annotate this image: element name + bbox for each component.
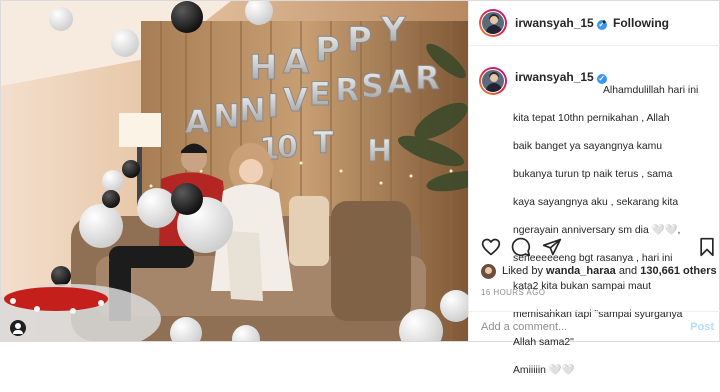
likes-text: Liked by wanda_haraa and 130,661 others <box>502 265 717 277</box>
balloon-letter: V <box>283 81 308 119</box>
balloon-letter: N <box>239 91 266 129</box>
balloon-letter: P <box>315 30 340 70</box>
balloon-letter: H <box>249 48 277 88</box>
header-separator: • <box>602 15 607 29</box>
balloon-letter: A <box>185 103 210 141</box>
balloon-letter: 0 <box>277 130 298 165</box>
anniversary-photo-illustration: H A P P Y A N N I V E R S A R 1 0 T H <box>1 1 468 341</box>
heart-icon[interactable] <box>481 237 501 257</box>
caption-line: baik banget ya sayangnya kamu <box>513 141 663 152</box>
balloon-letter: Y <box>380 10 406 50</box>
post-actions <box>469 234 720 260</box>
balloon-letter: E <box>309 75 331 113</box>
balloon-letter: H <box>367 134 392 169</box>
balloon-letter: R <box>415 59 440 97</box>
likes-others-link[interactable]: 130,661 others <box>640 265 716 277</box>
instagram-post-embed: H A P P Y A N N I V E R S A R 1 0 T H ir… <box>0 0 720 376</box>
following-button[interactable]: Following <box>613 16 669 30</box>
author-username-header[interactable]: irwansyah_15 ✓ <box>515 16 607 30</box>
post-comment-button[interactable]: Post <box>690 321 714 333</box>
balloon-letter: T <box>313 126 334 161</box>
balloon-letter: R <box>335 71 360 109</box>
balloon-letter: A <box>283 42 310 82</box>
caption-author-avatar[interactable] <box>479 67 507 95</box>
balloon-letter: S <box>361 67 384 105</box>
post-header: irwansyah_15 ✓ • Following <box>469 1 720 46</box>
comment-icon[interactable] <box>511 237 531 257</box>
tagged-user-icon[interactable] <box>10 320 26 336</box>
liker-avatar[interactable] <box>481 264 496 279</box>
share-icon[interactable] <box>542 237 562 257</box>
comment-input[interactable]: Add a comment... <box>481 321 567 333</box>
balloon-letter: P <box>347 20 372 60</box>
liked-and-label: and <box>618 265 638 277</box>
balloon-letter: N <box>213 97 240 135</box>
liked-by-label: Liked by <box>502 265 543 277</box>
bookmark-icon[interactable] <box>697 237 717 257</box>
caption-line: bukanya turun tp naik terus , sama <box>513 169 673 180</box>
comment-bar: Add a comment... Post <box>469 311 720 342</box>
caption-line: Alhamdulillah hari ini <box>603 85 699 96</box>
liked-by-user-link[interactable]: wanda_haraa <box>546 265 616 277</box>
post-photo[interactable]: H A P P Y A N N I V E R S A R 1 0 T H <box>1 1 468 341</box>
post-timestamp[interactable]: 16 HOURS AGO <box>481 288 545 297</box>
caption-line: Amiiiiin 🤍🤍 <box>513 365 575 376</box>
post-caption: Alhamdulillah hari ini kita tepat 10thn … <box>513 70 713 392</box>
caption-line: kaya sayangnya aku , sekarang kita <box>513 197 679 208</box>
author-avatar[interactable] <box>479 9 507 37</box>
caption-line: kita tepat 10thn pernikahan , Allah <box>513 113 670 124</box>
author-name[interactable]: irwansyah_15 <box>515 16 594 30</box>
post-side-panel: irwansyah_15 ✓ • Following irwansyah_15 ✓ … <box>468 1 720 376</box>
balloon-letter: I <box>267 87 279 125</box>
balloon-letter: A <box>387 63 412 101</box>
